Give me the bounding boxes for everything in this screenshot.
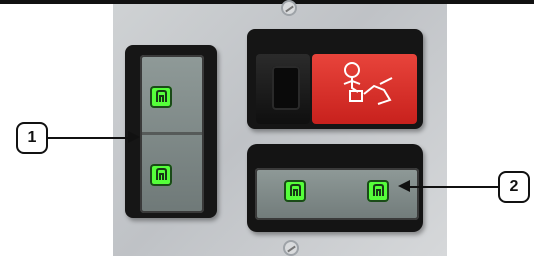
- callout-2-arrow-head: [398, 180, 410, 192]
- screw-icon-bottom: [283, 240, 299, 256]
- safety-symbol-icon: [343, 62, 393, 105]
- callout-1: 1: [16, 122, 48, 154]
- callout-1-arrow-head: [128, 131, 140, 143]
- right-rocker-face[interactable]: [255, 168, 419, 220]
- callout-2-label: 2: [509, 178, 519, 195]
- callout-2: 2: [498, 171, 530, 203]
- callout-2-arrow-line: [410, 186, 498, 188]
- left-rocker-divider: [140, 132, 204, 135]
- red-switch-toggle-bump[interactable]: [272, 66, 300, 110]
- green-symbol-icon: [150, 164, 172, 186]
- callout-1-arrow-line: [48, 137, 128, 139]
- screw-icon-top: [281, 0, 297, 16]
- green-symbol-icon: [150, 86, 172, 108]
- green-symbol-icon: [284, 180, 306, 202]
- green-symbol-icon: [367, 180, 389, 202]
- callout-1-label: 1: [27, 129, 37, 146]
